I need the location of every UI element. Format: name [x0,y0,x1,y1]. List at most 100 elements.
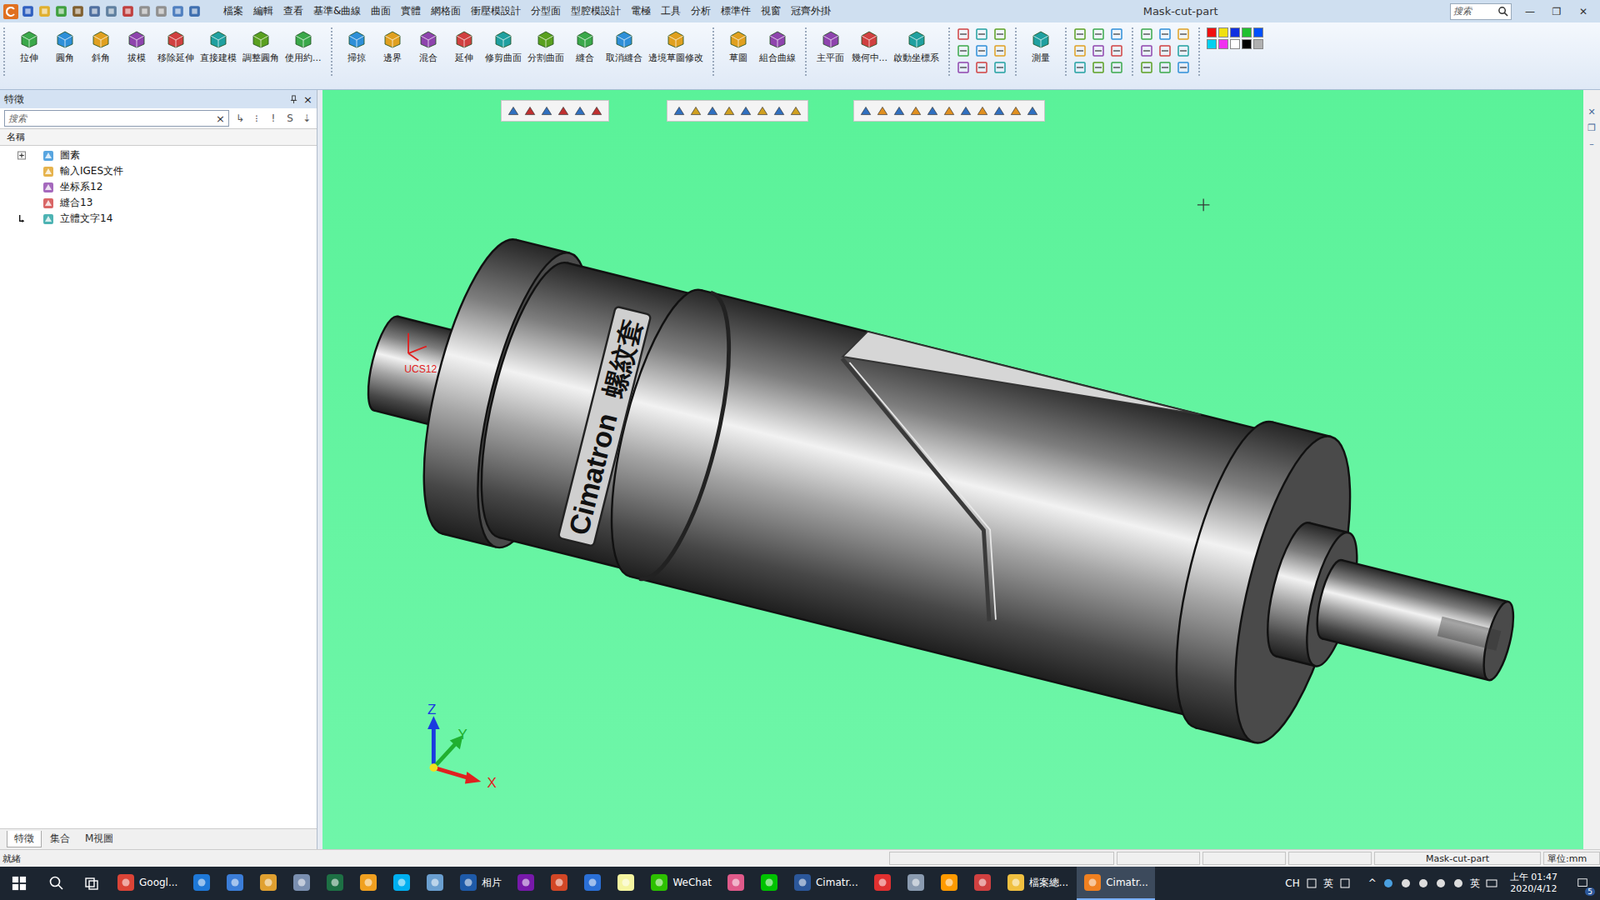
keyboard-icon[interactable] [1485,877,1498,890]
menu-item[interactable]: 查看 [278,4,309,19]
taskbar-app[interactable] [252,866,285,900]
tool-icon[interactable] [1140,60,1154,75]
tray-icon[interactable] [1305,877,1318,890]
tray-icon[interactable] [1382,877,1395,890]
ribbon-button[interactable]: 掃掠 [339,27,375,65]
menu-item[interactable]: 電極 [625,4,656,19]
color-swatch[interactable] [1230,39,1240,50]
tool-icon[interactable] [1091,27,1105,41]
pin-icon[interactable] [289,95,299,105]
color-swatch[interactable] [1241,27,1252,38]
taskbar-app[interactable] [285,866,318,900]
column-header[interactable]: 名稱 [0,128,317,146]
ribbon-button[interactable]: 移除延伸 [155,27,197,65]
close-button[interactable]: × [303,93,313,106]
view-tool-icon[interactable] [556,104,570,118]
ribbon-button[interactable]: 幾何中... [849,27,891,65]
tool-icon[interactable] [1110,44,1124,58]
view-tool-icon[interactable] [1025,104,1040,118]
panel-tab[interactable]: M視圖 [78,830,120,848]
threaded-sleeve-part[interactable]: Cimatron螺紋套 [335,207,1549,797]
view-tool-icon[interactable] [772,104,786,118]
show-hidden-icons[interactable]: ^ [1368,877,1377,890]
tool-icon[interactable] [1176,27,1190,41]
color-swatch[interactable] [1218,39,1229,50]
menu-item[interactable]: 衝壓模設計 [465,4,526,19]
tree-item[interactable]: 圖素 [0,147,317,164]
tool-icon[interactable] [993,27,1007,41]
panel-tab[interactable]: 集合 [43,830,77,848]
tool-icon[interactable] [1073,44,1087,58]
feature-search-field[interactable]: 搜索 × [4,110,230,127]
menu-item[interactable]: 視窗 [755,4,786,19]
ribbon-button[interactable]: 縫合 [567,27,603,65]
view-tool-icon[interactable] [942,104,956,118]
input-indicator[interactable]: CH [1285,877,1300,890]
view-tool-icon[interactable] [540,104,554,118]
view-tool-icon[interactable] [506,104,520,118]
panel-tab[interactable]: 特徵 [6,830,42,848]
toolbar-grip[interactable] [1065,27,1070,76]
window-control-button[interactable]: ❐ [1543,5,1570,18]
toolbar-grip[interactable] [948,27,953,76]
tool-icon[interactable] [1158,27,1172,41]
taskbar-app[interactable]: WeChat [643,866,719,900]
view-tool-icon[interactable] [859,104,873,118]
filter-button[interactable]: ! [267,112,280,125]
view-tool-icon[interactable] [739,104,753,118]
tool-icon[interactable] [993,60,1007,75]
ribbon-button[interactable]: 邊境草圖修改 [645,27,706,65]
toolbar-grip[interactable] [805,27,810,76]
taskbar-app[interactable] [866,866,899,900]
toolbar-grip[interactable] [330,27,335,76]
taskbar-app[interactable] [966,866,999,900]
tray-icon[interactable] [1417,877,1430,890]
tool-icon[interactable] [1110,27,1124,41]
view-tool-icon[interactable] [590,104,604,118]
tray-icon[interactable] [1339,877,1351,890]
view-tool-icon[interactable] [959,104,973,118]
quick-access-icon[interactable] [87,4,102,19]
taskbar-app[interactable]: Cimatr... [1076,866,1155,900]
tool-icon[interactable] [1140,44,1154,58]
menu-item[interactable]: 型腔模設計 [565,4,626,19]
menu-item[interactable]: 編輯 [248,4,279,19]
view-tool-icon[interactable] [523,104,537,118]
window-control-button[interactable]: ✕ [1570,5,1597,18]
tree-item[interactable]: 坐标系12 [0,179,317,195]
menu-item[interactable]: 基準&曲線 [308,4,366,19]
view-tool-icon[interactable] [1009,104,1023,118]
menu-item[interactable]: 工具 [655,4,686,19]
view-tool-icon[interactable] [705,104,720,118]
search-field[interactable]: 搜索 [1450,3,1512,20]
color-swatch[interactable] [1206,39,1217,50]
tool-icon[interactable] [1091,60,1105,75]
ribbon-button[interactable]: 使用約... [282,27,325,65]
quick-access-icon[interactable] [170,4,185,19]
quick-access-icon[interactable] [137,4,152,19]
side-control-button[interactable]: ❐ [1587,122,1596,134]
tray-icon[interactable] [1435,877,1447,890]
view-tool-icon[interactable] [755,104,770,118]
taskbar-app[interactable] [753,866,785,900]
ime-indicator[interactable]: 英 [1470,876,1480,891]
taskbar-app[interactable] [720,866,752,900]
task-view-icon[interactable] [83,875,100,892]
tool-icon[interactable] [1176,60,1190,75]
taskbar-app[interactable] [576,866,609,900]
taskbar-app[interactable] [185,866,218,900]
color-swatch[interactable] [1241,39,1252,50]
tool-icon[interactable] [993,44,1007,58]
tree-item[interactable]: 輸入IGES文件 [0,163,317,180]
tree-item[interactable]: 立體文字14 [0,210,317,227]
expander[interactable] [16,150,27,161]
toolbar-grip[interactable] [1015,27,1020,76]
taskbar-app[interactable] [219,866,251,900]
view-tool-icon[interactable] [875,104,890,118]
menu-item[interactable]: 冠齊外掛 [785,4,836,19]
taskbar-app[interactable] [419,866,451,900]
view-tool-icon[interactable] [925,104,940,118]
ribbon-button[interactable]: 延伸 [446,27,482,65]
input-indicator[interactable]: 英 [1323,876,1334,891]
ribbon-button[interactable]: 拉伸 [11,27,47,65]
